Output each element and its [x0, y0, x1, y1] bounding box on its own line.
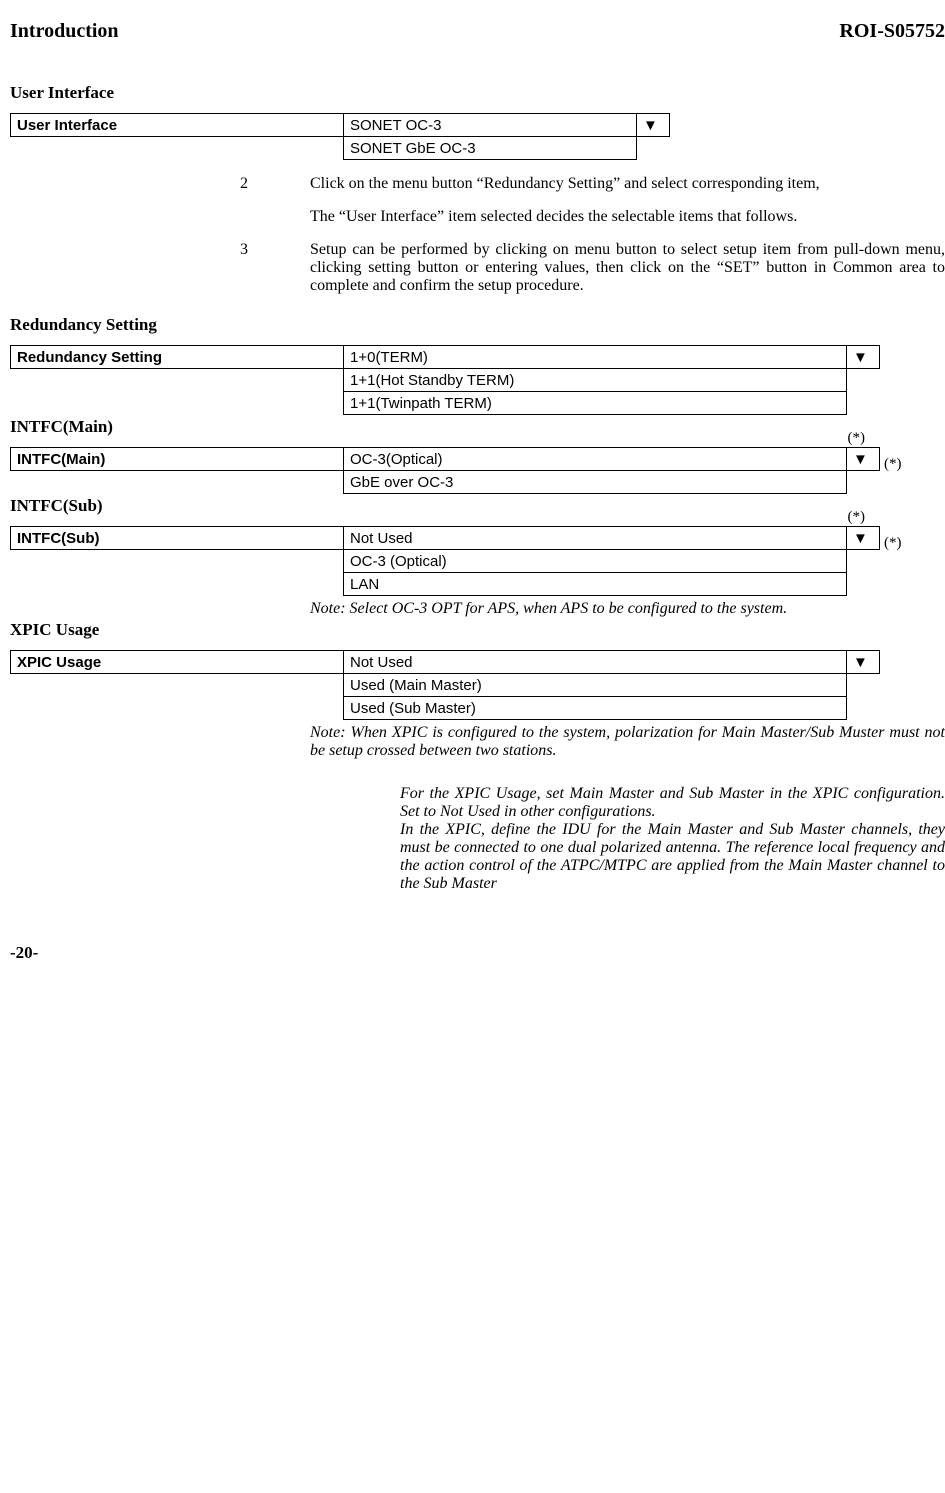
redundancy-option[interactable]: 1+1(Twinpath TERM) [344, 392, 847, 415]
step-text: Click on the menu button “Redundancy Set… [310, 175, 945, 193]
dropdown-arrow-icon[interactable]: ▼ [847, 346, 880, 369]
xpic-note-3: In the XPIC, define the IDU for the Main… [400, 821, 945, 893]
dropdown-arrow-icon[interactable]: ▼ [637, 114, 670, 137]
redundancy-label: Redundancy Setting [11, 346, 344, 369]
xpic-option[interactable]: Used (Main Master) [344, 674, 847, 697]
xpic-note-2: For the XPIC Usage, set Main Master and … [400, 785, 945, 821]
note-label: Note: [310, 724, 350, 741]
header-right: ROI-S05752 [839, 20, 945, 43]
section-redundancy-title: Redundancy Setting [10, 315, 945, 335]
user-interface-table: User Interface SONET OC-3 ▼ SONET GbE OC… [10, 113, 670, 160]
intfc-sub-label: INTFC(Sub) [11, 527, 344, 550]
step-2: 2 Click on the menu button “Redundancy S… [240, 175, 945, 193]
footnote-marker: (*) [884, 535, 902, 552]
intfc-main-table: INTFC(Main) OC-3(Optical) ▼ GbE over OC-… [10, 447, 880, 494]
footnote-marker: (*) [848, 430, 866, 447]
xpic-note-1: Note: When XPIC is configured to the sys… [310, 724, 945, 760]
step-text: Setup can be performed by clicking on me… [310, 241, 945, 295]
intfc-main-label: INTFC(Main) [11, 448, 344, 471]
section-user-interface-title: User Interface [10, 83, 945, 103]
step-3: 3 Setup can be performed by clicking on … [240, 241, 945, 295]
redundancy-selected[interactable]: 1+0(TERM) [344, 346, 847, 369]
section-xpic-title: XPIC Usage [10, 620, 945, 640]
step-number: 3 [240, 241, 310, 295]
step-2-paragraph: The “User Interface” item selected decid… [310, 208, 945, 226]
xpic-selected[interactable]: Not Used [344, 651, 847, 674]
dropdown-arrow-icon[interactable]: ▼ [847, 527, 880, 550]
intfc-sub-selected[interactable]: Not Used [344, 527, 847, 550]
step-number: 2 [240, 175, 310, 193]
page-header: Introduction ROI-S05752 [10, 20, 945, 43]
header-left: Introduction [10, 20, 119, 43]
xpic-table: XPIC Usage Not Used ▼ Used (Main Master)… [10, 650, 880, 720]
intfc-sub-option[interactable]: OC-3 (Optical) [344, 550, 847, 573]
user-interface-option[interactable]: SONET GbE OC-3 [344, 137, 637, 160]
intfc-sub-option[interactable]: LAN [344, 573, 847, 596]
user-interface-label: User Interface [11, 114, 344, 137]
section-intfc-sub-title: INTFC(Sub) [10, 496, 103, 516]
dropdown-arrow-icon[interactable]: ▼ [847, 651, 880, 674]
page-number: -20- [10, 943, 945, 963]
xpic-label: XPIC Usage [11, 651, 344, 674]
redundancy-table: Redundancy Setting 1+0(TERM) ▼ 1+1(Hot S… [10, 345, 880, 415]
redundancy-option[interactable]: 1+1(Hot Standby TERM) [344, 369, 847, 392]
footnote-marker: (*) [848, 509, 866, 526]
user-interface-selected[interactable]: SONET OC-3 [344, 114, 637, 137]
note-text: When XPIC is configured to the system, p… [310, 724, 945, 759]
intfc-sub-table: INTFC(Sub) Not Used ▼ OC-3 (Optical) LAN [10, 526, 880, 596]
footnote-marker: (*) [884, 456, 902, 473]
intfc-main-option[interactable]: GbE over OC-3 [344, 471, 847, 494]
section-intfc-main-title: INTFC(Main) [10, 417, 113, 437]
intfc-main-selected[interactable]: OC-3(Optical) [344, 448, 847, 471]
intfc-sub-note: Note: Select OC-3 OPT for APS, when APS … [354, 600, 945, 618]
xpic-option[interactable]: Used (Sub Master) [344, 697, 847, 720]
dropdown-arrow-icon[interactable]: ▼ [847, 448, 880, 471]
